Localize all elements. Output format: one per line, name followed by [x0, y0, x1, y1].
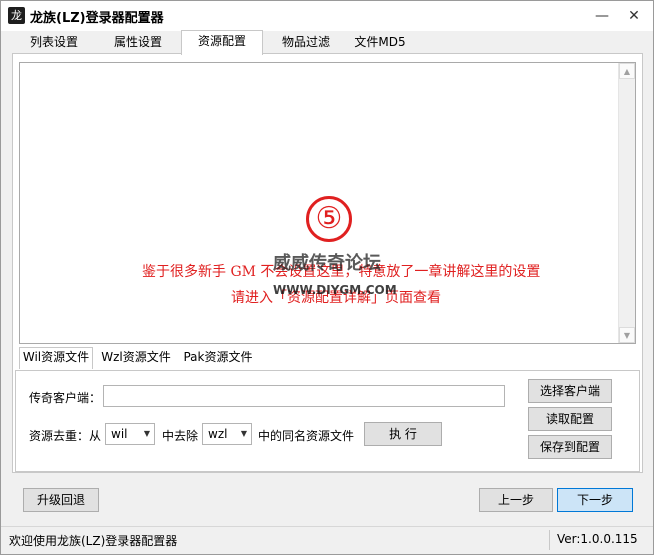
- minimize-button[interactable]: —: [586, 1, 618, 31]
- resource-subtabs: Wil资源文件 Wzl资源文件 Pak资源文件: [19, 347, 636, 369]
- read-config-button[interactable]: 读取配置: [528, 407, 612, 431]
- from-format-select[interactable]: wil ▼: [105, 423, 155, 445]
- chevron-down-icon: ▼: [143, 429, 150, 438]
- welcome-status: 欢迎使用龙族(LZ)登录器配置器: [9, 534, 178, 548]
- execute-button[interactable]: 执 行: [364, 422, 442, 446]
- status-divider: [549, 530, 550, 550]
- remove-format-select[interactable]: wzl ▼: [202, 423, 252, 445]
- close-button[interactable]: ✕: [618, 1, 650, 31]
- subtab-wzl[interactable]: Wzl资源文件: [97, 348, 175, 368]
- notice-textarea[interactable]: ⑤ 鉴于很多新手 GM 不会设置这里，特意放了一章讲解这里的设置 威威传奇论坛 …: [19, 62, 636, 344]
- tab-item-filter[interactable]: 物品过滤: [271, 32, 341, 54]
- main-window: 龙 龙族(LZ)登录器配置器 — ✕ 列表设置 属性设置 资源配置 物品过滤 文…: [0, 0, 654, 555]
- title-bar: 龙 龙族(LZ)登录器配置器 — ✕: [1, 1, 653, 31]
- tab-file-md5[interactable]: 文件MD5: [345, 32, 415, 54]
- status-bar: 欢迎使用龙族(LZ)登录器配置器 Ver:1.0.0.115: [1, 526, 653, 554]
- select-client-button[interactable]: 选择客户端: [528, 379, 612, 403]
- save-config-button[interactable]: 保存到配置: [528, 435, 612, 459]
- dedupe-label: 资源去重：从: [29, 429, 102, 443]
- client-path-input[interactable]: [103, 385, 505, 407]
- app-logo-icon: 龙: [8, 7, 25, 24]
- scroll-down-arrow-icon[interactable]: ▼: [619, 327, 635, 343]
- watermark-url: WWW.DIYGM.COM: [273, 283, 397, 297]
- watermark-text: 威威传奇论坛: [273, 253, 381, 274]
- tab-resource-config[interactable]: 资源配置: [181, 30, 263, 55]
- remove-label: 中去除: [162, 429, 199, 443]
- subtab-wil[interactable]: Wil资源文件: [19, 347, 93, 369]
- prev-step-button[interactable]: 上一步: [479, 488, 553, 512]
- version-status: Ver:1.0.0.115: [557, 532, 638, 546]
- vertical-scrollbar[interactable]: ▲ ▼: [618, 63, 635, 343]
- window-title: 龙族(LZ)登录器配置器: [30, 11, 164, 26]
- subtab-pak[interactable]: Pak资源文件: [179, 348, 257, 368]
- step-number-badge: ⑤: [306, 196, 352, 242]
- tab-attribute-settings[interactable]: 属性设置: [103, 32, 173, 54]
- main-tabs: 列表设置 属性设置 资源配置 物品过滤 文件MD5: [11, 30, 641, 55]
- next-step-button[interactable]: 下一步: [557, 488, 633, 512]
- remove-format-value: wzl: [208, 427, 228, 441]
- upgrade-rollback-button[interactable]: 升级回退: [23, 488, 99, 512]
- scroll-up-arrow-icon[interactable]: ▲: [619, 63, 635, 79]
- resource-config-page: ⑤ 鉴于很多新手 GM 不会设置这里，特意放了一章讲解这里的设置 威威传奇论坛 …: [12, 53, 643, 473]
- tab-list-settings[interactable]: 列表设置: [19, 32, 89, 54]
- same-name-label: 中的同名资源文件: [258, 429, 355, 443]
- client-label: 传奇客户端：: [29, 391, 102, 405]
- from-format-value: wil: [111, 427, 128, 441]
- chevron-down-icon: ▼: [240, 429, 247, 438]
- wil-settings-group: 传奇客户端： 资源去重：从 wil ▼ 中去除 wzl ▼ 中的同名资源文件 执…: [15, 370, 640, 472]
